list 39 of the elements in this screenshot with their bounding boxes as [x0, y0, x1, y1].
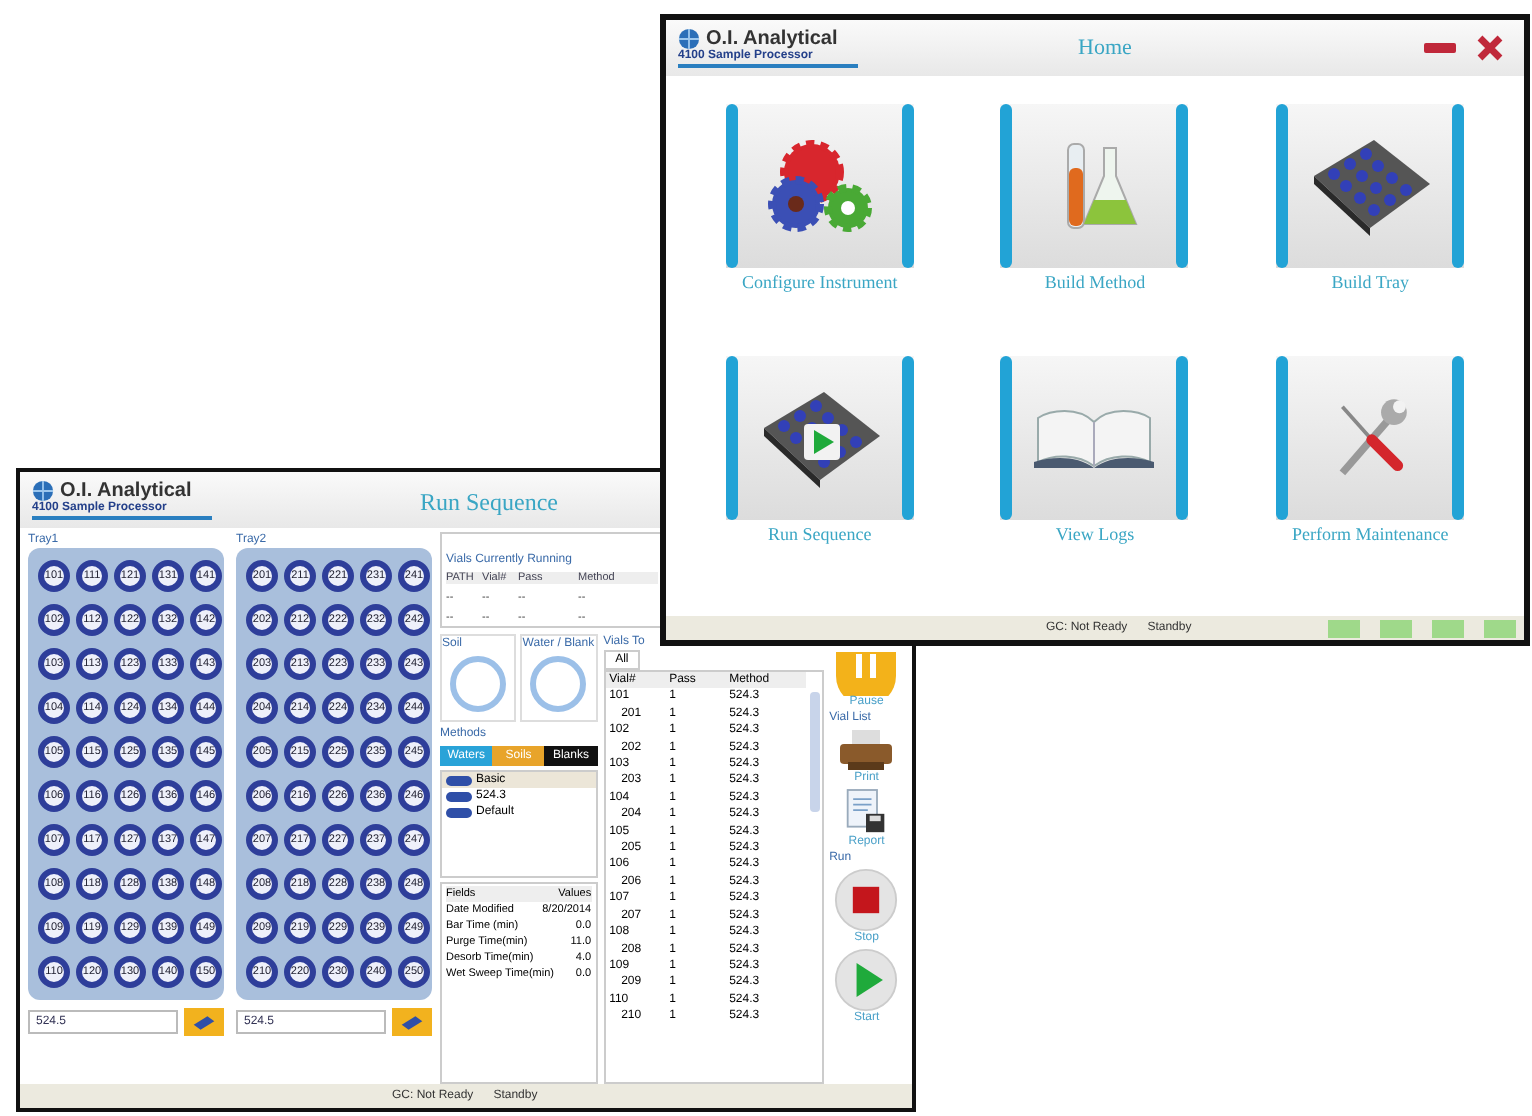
tile-label: Build Method	[1044, 272, 1146, 292]
tray-button[interactable]	[184, 1008, 224, 1036]
menu-tile[interactable]	[1000, 356, 1189, 520]
method-pill-icon	[446, 807, 472, 817]
close-icon[interactable]	[1476, 34, 1504, 62]
status-indicator	[1328, 619, 1360, 637]
minimize-icon[interactable]	[1424, 42, 1456, 54]
window-title: Home	[1078, 36, 1132, 60]
menu-tile[interactable]	[1276, 356, 1465, 520]
scrollbar[interactable]	[809, 692, 820, 812]
globe-logo-icon	[678, 28, 700, 50]
printer-icon	[838, 728, 895, 772]
status-indicator	[1432, 619, 1464, 637]
status-indicator	[1484, 619, 1516, 637]
status-indicator	[1380, 619, 1412, 637]
tile-label: Run Sequence	[767, 524, 872, 544]
menu-tile[interactable]	[725, 104, 914, 268]
stop-icon	[834, 868, 899, 932]
menu-tile[interactable]	[725, 356, 914, 520]
tile-label: Configure Instrument	[741, 272, 898, 292]
brand-name: O.I. Analytical	[706, 28, 838, 50]
tray-icon	[400, 1013, 424, 1031]
menu-tile[interactable]	[1276, 104, 1465, 268]
globe-logo-icon	[32, 480, 54, 502]
tile-label: Perform Maintenance	[1292, 524, 1449, 544]
tile-label: Build Tray	[1331, 272, 1410, 292]
play-icon	[834, 948, 899, 1012]
menu-tile[interactable]	[1000, 104, 1189, 268]
empty-ring-icon	[450, 656, 507, 712]
tray-button[interactable]	[392, 1008, 432, 1036]
pause-icon	[836, 652, 897, 696]
report-icon	[844, 788, 889, 836]
empty-ring-icon	[530, 656, 587, 712]
tray-icon	[192, 1013, 216, 1031]
brand-name: O.I. Analytical	[60, 480, 192, 502]
tile-label: View Logs	[1055, 524, 1135, 544]
window-title: Run Sequence	[420, 488, 558, 518]
method-pill-icon	[446, 791, 472, 801]
method-pill-icon	[446, 775, 472, 785]
